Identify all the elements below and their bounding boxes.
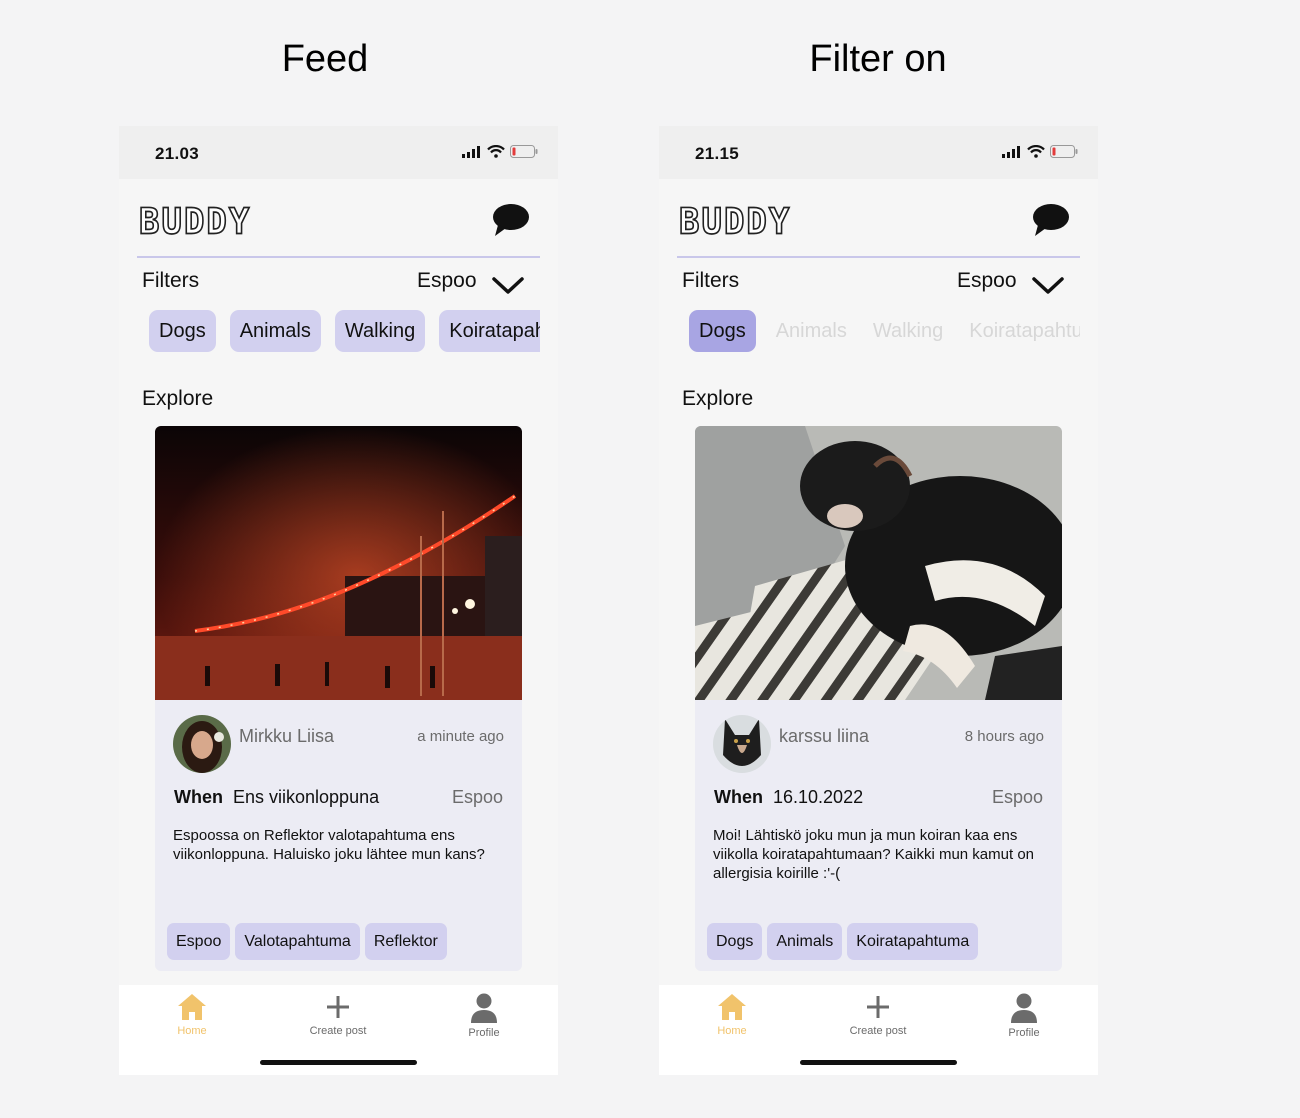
post-tag[interactable]: Animals (767, 923, 843, 960)
filter-chips: Dogs Animals Walking Koiratapahtu (689, 308, 1080, 354)
post-body: Moi! Lähtiskö joku mun ja mun koiran kaa… (713, 827, 1034, 882)
nav-profile-label: Profile (1008, 1027, 1040, 1039)
nav-home[interactable]: Home (677, 993, 787, 1037)
location-selector[interactable]: Espoo (957, 269, 1017, 293)
signal-icon (462, 145, 480, 158)
status-icons (462, 145, 538, 158)
nav-home-label: Home (717, 1025, 747, 1037)
nav-home-label: Home (177, 1025, 207, 1037)
filters-label: Filters (142, 269, 200, 292)
status-time: 21.15 (695, 144, 740, 163)
post-tag[interactable]: Dogs (707, 923, 763, 960)
app-logo[interactable]: BUDDY (678, 200, 791, 244)
author-name[interactable]: karssu liina (779, 726, 869, 747)
post-image-night-lights (155, 426, 522, 700)
nav-create-label: Create post (849, 1025, 907, 1037)
filter-chip-walking[interactable]: Walking (334, 310, 426, 352)
wifi-icon (487, 145, 505, 158)
post-card[interactable]: karssu liina 8 hours ago When 16.10.2022… (695, 426, 1062, 971)
when-value: 16.10.2022 (773, 787, 864, 807)
post-tag[interactable]: Koiratapahtuma (847, 923, 979, 960)
home-icon (178, 994, 206, 1020)
post-tags: Espoo Valotapahtuma Reflektor (167, 923, 447, 960)
status-time: 21.03 (155, 144, 200, 163)
status-bar: 21.15 (659, 126, 1098, 179)
filter-chip-koiratapahtuma[interactable]: Koiratapah (439, 310, 540, 352)
chevron-down-icon[interactable] (491, 276, 525, 296)
avatar[interactable] (173, 715, 231, 773)
plus-icon (327, 996, 349, 1018)
post-body: Espoossa on Reflektor valotapahtuma ens … (173, 827, 485, 863)
chevron-down-icon[interactable] (1031, 276, 1065, 296)
filters-label: Filters (682, 269, 740, 292)
post-timestamp: a minute ago (417, 728, 504, 745)
bottom-nav: Home Create post Profile (119, 985, 558, 1075)
filter-chip-animals[interactable]: Animals (770, 310, 853, 352)
post-image-dog (695, 426, 1062, 700)
app-logo[interactable]: BUDDY (138, 200, 251, 244)
filter-chip-walking[interactable]: Walking (867, 310, 949, 352)
battery-icon (1050, 145, 1078, 158)
when-value: Ens viikonloppuna (233, 787, 380, 807)
battery-icon (510, 145, 538, 158)
chat-bubble-icon[interactable] (1032, 203, 1070, 237)
header-divider (137, 256, 540, 258)
signal-icon (1002, 145, 1020, 158)
when-label: When (174, 787, 223, 807)
home-indicator[interactable] (800, 1060, 957, 1065)
nav-home[interactable]: Home (137, 993, 247, 1037)
plus-icon (867, 996, 889, 1018)
nav-create-label: Create post (309, 1025, 367, 1037)
filter-chip-dogs[interactable]: Dogs (689, 310, 756, 352)
person-icon (1011, 993, 1037, 1023)
wifi-icon (1027, 145, 1045, 158)
avatar[interactable] (713, 715, 771, 773)
explore-heading: Explore (142, 387, 214, 410)
explore-heading: Explore (682, 387, 754, 410)
screen-title-filter-on: Filter on (809, 38, 947, 80)
screen-title-feed: Feed (281, 38, 369, 80)
phone-filter-on: 21.15 BUDDY Filters Espoo Dogs Animals W… (659, 126, 1098, 1075)
nav-profile[interactable]: Profile (429, 993, 539, 1039)
post-location: Espoo (451, 787, 503, 807)
author-name[interactable]: Mirkku Liisa (239, 726, 334, 747)
post-tags: Dogs Animals Koiratapahtuma (707, 923, 979, 960)
home-indicator[interactable] (260, 1060, 417, 1065)
post-card[interactable]: Mirkku Liisa a minute ago When Ens viiko… (155, 426, 522, 971)
bottom-nav: Home Create post Profile (659, 985, 1098, 1075)
post-tag[interactable]: Valotapahtuma (235, 923, 360, 960)
nav-create-post[interactable]: Create post (823, 993, 933, 1037)
person-icon (471, 993, 497, 1023)
header-divider (677, 256, 1080, 258)
nav-profile[interactable]: Profile (969, 993, 1079, 1039)
location-selector[interactable]: Espoo (417, 269, 477, 293)
status-icons (1002, 145, 1078, 158)
status-bar: 21.03 (119, 126, 558, 179)
phone-feed: 21.03 BUDDY Filters Espoo Dogs Animals W… (119, 126, 558, 1075)
post-tag[interactable]: Reflektor (364, 923, 447, 960)
chat-bubble-icon[interactable] (492, 203, 530, 237)
filter-chip-dogs[interactable]: Dogs (149, 310, 216, 352)
filter-chips: Dogs Animals Walking Koiratapah (149, 308, 540, 354)
nav-profile-label: Profile (468, 1027, 500, 1039)
filter-chip-animals[interactable]: Animals (229, 310, 321, 352)
when-label: When (714, 787, 763, 807)
home-icon (718, 994, 746, 1020)
post-tag[interactable]: Espoo (167, 923, 231, 960)
filter-chip-koiratapahtuma[interactable]: Koiratapahtu (963, 310, 1080, 352)
post-timestamp: 8 hours ago (964, 728, 1044, 745)
nav-create-post[interactable]: Create post (283, 993, 393, 1037)
post-location: Espoo (991, 787, 1043, 807)
